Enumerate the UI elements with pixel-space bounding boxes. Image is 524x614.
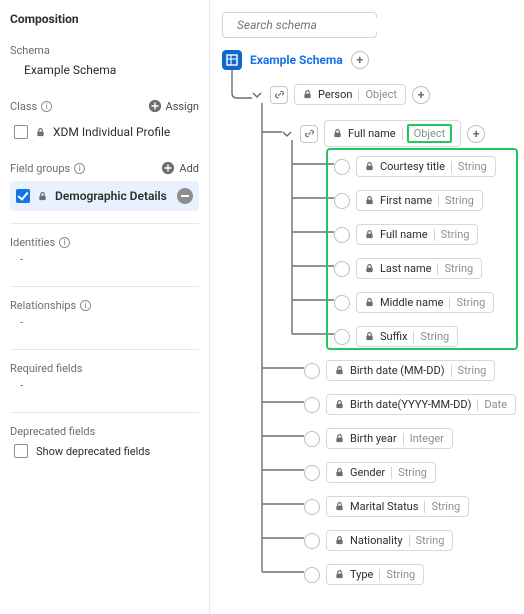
field-node-icon[interactable]: [334, 329, 350, 345]
required-fields-label: Required fields: [10, 362, 199, 375]
tree-field[interactable]: Last nameString: [356, 258, 482, 279]
lock-icon: [38, 192, 47, 201]
checkbox[interactable]: [14, 444, 28, 458]
tree-node-fullname[interactable]: Full nameObject: [324, 120, 461, 147]
lock-icon: [335, 400, 344, 409]
identities-label: Identities i: [10, 236, 199, 249]
add-field-button[interactable]: +: [467, 125, 485, 143]
composition-title: Composition: [10, 12, 199, 26]
schema-canvas: Example Schema + PersonObject + Full nam…: [210, 0, 524, 614]
class-label: Class i: [10, 100, 52, 113]
tree-field[interactable]: Birth date(YYYY-MM-DD)Date: [326, 394, 516, 415]
field-node-icon[interactable]: [304, 533, 320, 549]
tree-field[interactable]: Marital StatusString: [326, 496, 469, 517]
field-node-icon[interactable]: [334, 159, 350, 175]
lock-icon: [335, 434, 344, 443]
lock-icon: [365, 264, 374, 273]
show-deprecated-toggle[interactable]: Show deprecated fields: [10, 438, 199, 464]
schema-name[interactable]: Example Schema: [10, 57, 199, 83]
tree-field[interactable]: Courtesy titleString: [356, 156, 496, 177]
field-node-icon[interactable]: [304, 431, 320, 447]
add-field-group-button[interactable]: Add: [161, 161, 199, 175]
lock-icon: [335, 366, 344, 375]
tree-field[interactable]: NationalityString: [326, 530, 453, 551]
info-icon[interactable]: i: [41, 101, 52, 112]
lock-icon: [365, 162, 374, 171]
lock-icon: [365, 230, 374, 239]
field-node-icon[interactable]: [304, 397, 320, 413]
search-schema[interactable]: [222, 12, 377, 38]
field-node-icon[interactable]: [304, 499, 320, 515]
identities-empty: -: [10, 249, 199, 274]
chevron-down-icon[interactable]: [282, 129, 292, 139]
class-item[interactable]: XDM Individual Profile: [10, 119, 199, 145]
add-field-button[interactable]: +: [412, 86, 430, 104]
schema-label: Schema: [10, 44, 199, 57]
field-groups-label: Field groups i: [10, 162, 85, 175]
field-node-icon[interactable]: [334, 227, 350, 243]
lock-icon: [365, 298, 374, 307]
field-node-icon[interactable]: [334, 295, 350, 311]
field-node-icon[interactable]: [304, 363, 320, 379]
lock-icon: [365, 196, 374, 205]
checkbox[interactable]: [16, 189, 30, 203]
field-node-icon[interactable]: [304, 465, 320, 481]
schema-root-icon[interactable]: [222, 50, 242, 70]
relationships-empty: -: [10, 312, 199, 337]
required-fields-empty: -: [10, 375, 199, 400]
tree-field[interactable]: SuffixString: [356, 326, 458, 347]
field-node-icon[interactable]: [304, 567, 320, 583]
checkbox[interactable]: [14, 125, 28, 139]
remove-field-group-button[interactable]: [177, 188, 193, 204]
add-field-button[interactable]: +: [351, 51, 369, 69]
info-icon[interactable]: i: [74, 163, 85, 174]
assign-class-button[interactable]: Assign: [148, 99, 199, 113]
tree-field[interactable]: GenderString: [326, 462, 436, 483]
lock-icon: [335, 570, 344, 579]
lock-icon: [365, 332, 374, 341]
lock-icon: [36, 128, 45, 137]
plus-circle-icon: [161, 161, 175, 175]
info-icon[interactable]: i: [80, 300, 91, 311]
chevron-down-icon[interactable]: [252, 90, 262, 100]
tree-field[interactable]: First nameString: [356, 190, 483, 211]
composition-panel: Composition Schema Example Schema Class …: [0, 0, 210, 614]
lock-icon: [333, 129, 342, 138]
tree-field[interactable]: Full nameString: [356, 224, 478, 245]
deprecated-fields-label: Deprecated fields: [10, 425, 199, 438]
tree-node-person[interactable]: PersonObject: [294, 84, 406, 105]
relationships-label: Relationships i: [10, 299, 199, 312]
info-icon[interactable]: i: [59, 237, 70, 248]
lock-icon: [335, 502, 344, 511]
field-group-item[interactable]: Demographic Details: [10, 181, 199, 211]
plus-circle-icon: [148, 99, 162, 113]
link-icon[interactable]: [270, 86, 288, 104]
field-node-icon[interactable]: [334, 261, 350, 277]
tree-field[interactable]: Middle nameString: [356, 292, 494, 313]
search-input[interactable]: [237, 18, 393, 32]
lock-icon: [335, 468, 344, 477]
tree-field[interactable]: Birth date (MM-DD)String: [326, 360, 495, 381]
tree-field[interactable]: Birth yearInteger: [326, 428, 453, 449]
lock-icon: [303, 90, 312, 99]
tree-field[interactable]: TypeString: [326, 564, 424, 585]
field-node-icon[interactable]: [334, 193, 350, 209]
lock-icon: [335, 536, 344, 545]
link-icon[interactable]: [300, 125, 318, 143]
schema-root-label[interactable]: Example Schema: [250, 53, 343, 67]
